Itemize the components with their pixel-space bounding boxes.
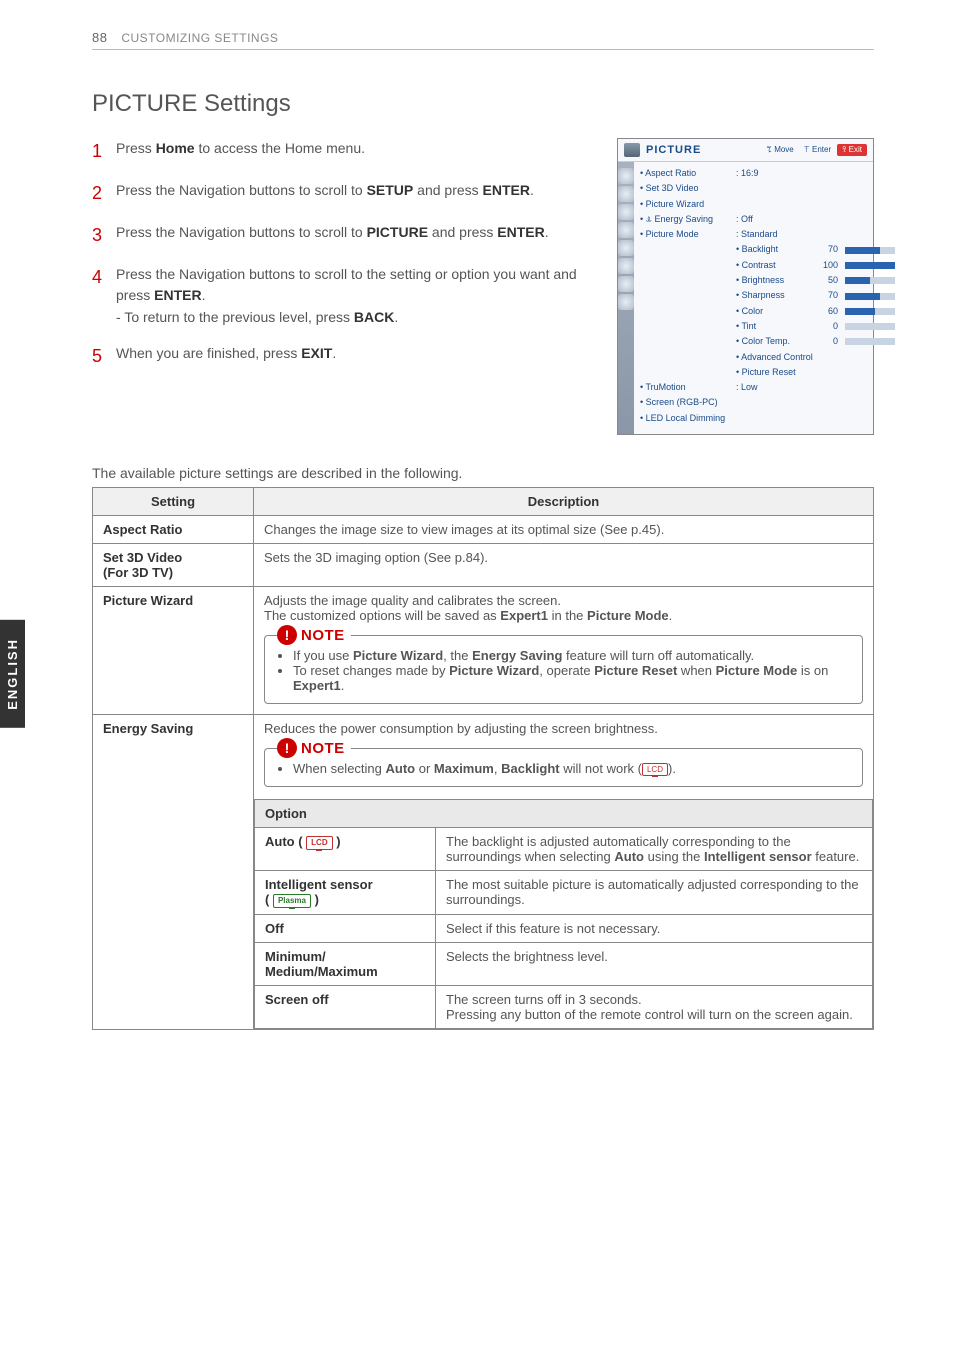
step-number: 4 bbox=[92, 264, 116, 329]
osd-exit-badge: ꕉ Exit bbox=[837, 144, 867, 156]
page-number: 88 bbox=[92, 30, 107, 45]
row-aspect-desc: Changes the image size to view images at… bbox=[254, 516, 874, 544]
wizard-note-box: NOTE If you use Picture Wizard, the Ener… bbox=[264, 635, 863, 704]
th-setting: Setting bbox=[93, 488, 254, 516]
header-label: CUSTOMIZING SETTINGS bbox=[121, 31, 278, 45]
osd-row: Picture Mode: Standard bbox=[640, 227, 895, 242]
osd-extra-row: Advanced Control bbox=[640, 350, 895, 365]
osd-slider-row: Backlight70 bbox=[640, 242, 895, 257]
step-text: Press Home to access the Home menu. bbox=[116, 138, 597, 166]
osd-row: Aspect Ratio: 16:9 bbox=[640, 166, 895, 181]
section-title: PICTURE Settings bbox=[92, 90, 874, 118]
note-label: NOTE bbox=[301, 627, 345, 644]
row-energy-name: Energy Saving bbox=[93, 715, 254, 1030]
opt-sensor-desc: The most suitable picture is automatical… bbox=[436, 871, 873, 914]
step-text: Press the Navigation buttons to scroll t… bbox=[116, 222, 597, 250]
step-number: 2 bbox=[92, 180, 116, 208]
osd-row: ꕊ Energy Saving: Off bbox=[640, 212, 895, 227]
osd-row: Screen (RGB-PC) bbox=[640, 395, 895, 410]
row-energy-desc: Reduces the power consumption by adjusti… bbox=[254, 715, 874, 1030]
note-icon bbox=[277, 625, 297, 645]
osd-slider-row: Color60 bbox=[640, 304, 895, 319]
note-tag: NOTE bbox=[277, 738, 351, 758]
osd-extra-row: Picture Reset bbox=[640, 365, 895, 380]
language-tab: ENGLISH bbox=[0, 620, 25, 728]
osd-screenshot: PICTURE ꔂ Move ꔉ Enter ꕉ Exit Aspect Rat… bbox=[617, 138, 874, 435]
lcd-badge-icon: LCD bbox=[642, 763, 668, 777]
step-text: Press the Navigation buttons to scroll t… bbox=[116, 264, 597, 329]
opt-auto-desc: The backlight is adjusted automatically … bbox=[436, 828, 873, 871]
note-item: To reset changes made by Picture Wizard,… bbox=[293, 663, 848, 693]
osd-row: Set 3D Video bbox=[640, 181, 895, 196]
lcd-badge-icon: LCD bbox=[306, 836, 332, 850]
steps-list: 1Press Home to access the Home menu.2Pre… bbox=[92, 138, 597, 385]
opt-auto-name: Auto ( LCD ) bbox=[255, 828, 436, 871]
note-icon bbox=[277, 738, 297, 758]
row-wizard-desc: Adjusts the image quality and calibrates… bbox=[254, 587, 874, 715]
step-item: 2Press the Navigation buttons to scroll … bbox=[92, 180, 597, 208]
row-aspect-name: Aspect Ratio bbox=[93, 516, 254, 544]
osd-enter-hint: ꔉ Enter bbox=[804, 145, 831, 155]
note-label: NOTE bbox=[301, 740, 345, 757]
step-item: 5When you are finished, press EXIT. bbox=[92, 343, 597, 371]
energy-note-item: When selecting Auto or Maximum, Backligh… bbox=[293, 761, 848, 776]
step-text: When you are finished, press EXIT. bbox=[116, 343, 597, 371]
opt-off-desc: Select if this feature is not necessary. bbox=[436, 914, 873, 942]
osd-slider-row: Contrast100 bbox=[640, 258, 895, 273]
th-description: Description bbox=[254, 488, 874, 516]
option-head: Option bbox=[255, 800, 873, 828]
osd-row: LED Local Dimming bbox=[640, 411, 895, 426]
note-item: If you use Picture Wizard, the Energy Sa… bbox=[293, 648, 848, 663]
note-tag: NOTE bbox=[277, 625, 351, 645]
step-number: 3 bbox=[92, 222, 116, 250]
opt-level-desc: Selects the brightness level. bbox=[436, 942, 873, 985]
osd-colortemp-row: Color Temp.0 bbox=[640, 334, 895, 349]
osd-title-icon bbox=[624, 143, 640, 157]
header-divider bbox=[92, 49, 874, 50]
settings-table: Setting Description Aspect Ratio Changes… bbox=[92, 487, 874, 1030]
osd-move-hint: ꔂ Move bbox=[767, 145, 794, 155]
step-item: 3Press the Navigation buttons to scroll … bbox=[92, 222, 597, 250]
energy-options-table: Option Auto ( LCD ) The backlight is adj… bbox=[254, 799, 873, 1028]
step-item: 4Press the Navigation buttons to scroll … bbox=[92, 264, 597, 329]
osd-row: TruMotion: Low bbox=[640, 380, 895, 395]
osd-slider-row: Sharpness70 bbox=[640, 288, 895, 303]
available-sentence: The available picture settings are descr… bbox=[92, 465, 874, 481]
step-number: 1 bbox=[92, 138, 116, 166]
osd-title: PICTURE bbox=[646, 144, 701, 156]
osd-tint-row: Tint0 bbox=[640, 319, 895, 334]
opt-level-name: Minimum/ Medium/Maximum bbox=[255, 942, 436, 985]
opt-off-name: Off bbox=[255, 914, 436, 942]
step-number: 5 bbox=[92, 343, 116, 371]
step-item: 1Press Home to access the Home menu. bbox=[92, 138, 597, 166]
energy-note-box: NOTE When selecting Auto or Maximum, Bac… bbox=[264, 748, 863, 787]
row-wizard-name: Picture Wizard bbox=[93, 587, 254, 715]
opt-sensor-name: Intelligent sensor ( Plasma ) bbox=[255, 871, 436, 914]
row-set3d-name: Set 3D Video (For 3D TV) bbox=[93, 544, 254, 587]
page-header: 88 CUSTOMIZING SETTINGS bbox=[92, 30, 874, 45]
osd-sidebar-icons bbox=[618, 162, 634, 434]
osd-slider-row: Brightness50 bbox=[640, 273, 895, 288]
osd-main-panel: Aspect Ratio: 16:9Set 3D VideoPicture Wi… bbox=[634, 162, 901, 434]
osd-row: Picture Wizard bbox=[640, 197, 895, 212]
row-set3d-desc: Sets the 3D imaging option (See p.84). bbox=[254, 544, 874, 587]
plasma-badge-icon: Plasma bbox=[273, 894, 311, 908]
opt-screenoff-desc: The screen turns off in 3 seconds. Press… bbox=[436, 985, 873, 1028]
opt-screenoff-name: Screen off bbox=[255, 985, 436, 1028]
step-text: Press the Navigation buttons to scroll t… bbox=[116, 180, 597, 208]
